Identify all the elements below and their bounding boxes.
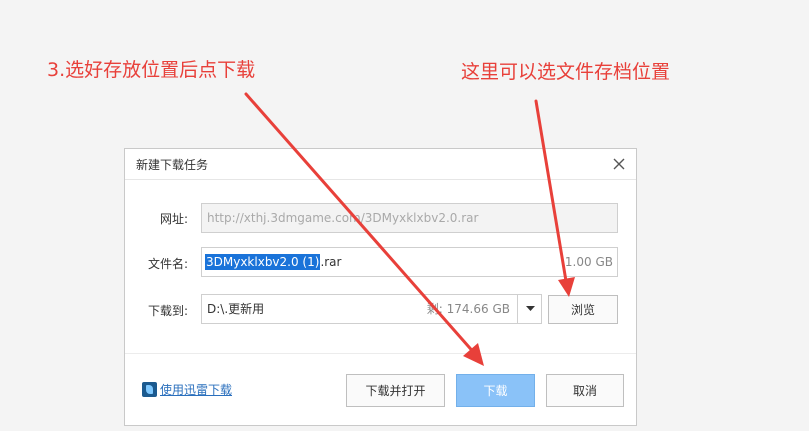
arrow-to-download xyxy=(244,92,484,366)
annotation-arrows xyxy=(244,92,575,366)
arrow-to-browse xyxy=(534,99,575,297)
